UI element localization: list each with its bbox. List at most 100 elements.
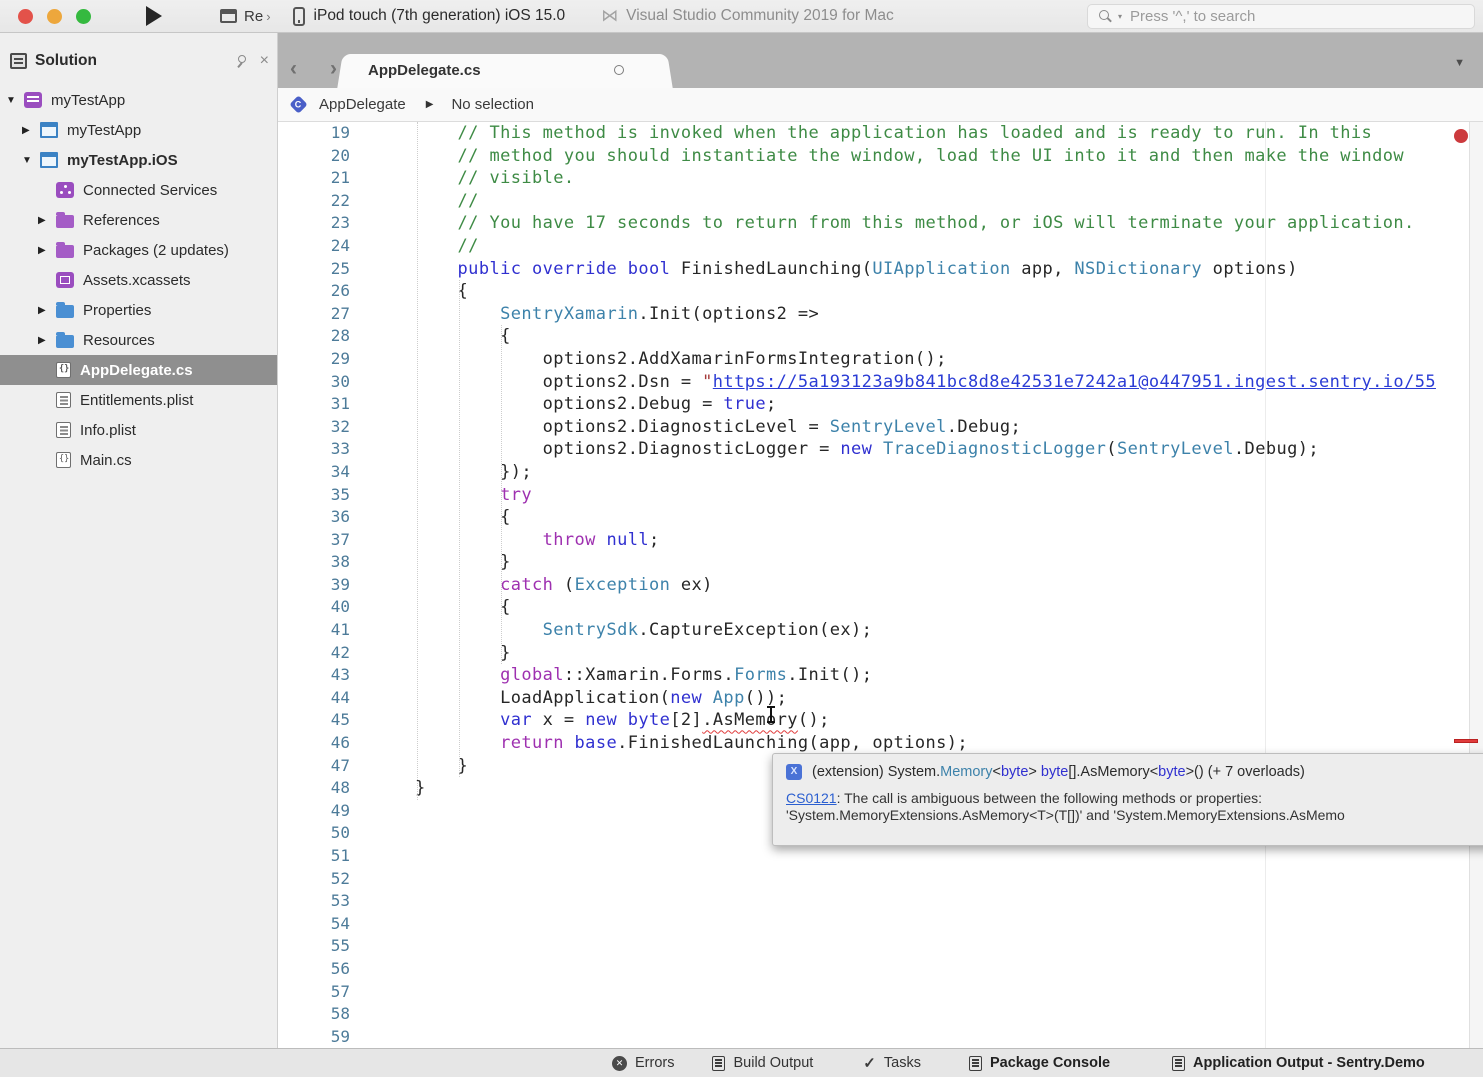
code-text: }: [350, 551, 511, 574]
phone-icon: [293, 7, 305, 26]
disclosure-closed-icon[interactable]: ▶: [38, 305, 56, 316]
line-number: 24: [278, 235, 350, 258]
line-number: 29: [278, 348, 350, 371]
extension-method-icon: X: [786, 764, 802, 780]
text-cursor-icon: [770, 706, 772, 723]
code-text: [350, 913, 415, 936]
tab-label: AppDelegate.cs: [368, 62, 481, 79]
solution-pad-icon: [10, 53, 27, 69]
line-number: 53: [278, 890, 350, 913]
sidebar-item-label: myTestApp: [67, 122, 141, 139]
global-search-input[interactable]: ▾ Press '^,' to search: [1087, 4, 1475, 29]
run-button[interactable]: [146, 6, 162, 26]
sidebar-item-info-plist[interactable]: Info.plist: [0, 415, 277, 445]
code-text: [350, 845, 415, 868]
code-editor[interactable]: 19 // This method is invoked when the ap…: [278, 122, 1483, 1048]
vertical-scrollbar[interactable]: [1469, 122, 1483, 1048]
sidebar-item-references[interactable]: ▶References: [0, 205, 277, 235]
sidebar-item-label: Connected Services: [83, 182, 217, 199]
code-line-25[interactable]: 25 public override bool FinishedLaunchin…: [278, 258, 1483, 281]
line-number: 56: [278, 958, 350, 981]
code-line-21[interactable]: 21 // visible.: [278, 167, 1483, 190]
disclosure-open-icon[interactable]: ▼: [22, 155, 40, 166]
code-line-22[interactable]: 22 //: [278, 190, 1483, 213]
cs-file-icon: [56, 362, 71, 378]
tab-appdelegate[interactable]: AppDelegate.cs: [350, 54, 660, 88]
breadcrumb-scope[interactable]: AppDelegate: [319, 96, 406, 113]
navigate-back-button[interactable]: ‹: [290, 57, 297, 81]
code-text: [350, 822, 415, 845]
code-line-20[interactable]: 20 // method you should instantiate the …: [278, 145, 1483, 168]
code-line-57[interactable]: 57: [278, 981, 1483, 1004]
solution-tree: ▼myTestApp ▶ myTestApp ▼myTestApp.iOS Connec…: [0, 85, 277, 475]
code-line-52[interactable]: 52: [278, 868, 1483, 891]
pin-icon[interactable]: [236, 55, 248, 68]
status-item-build-output[interactable]: Build Output: [712, 1055, 813, 1071]
status-item-tasks[interactable]: ✓Tasks: [863, 1054, 921, 1072]
line-number: 28: [278, 325, 350, 348]
line-number: 55: [278, 935, 350, 958]
sidebar-item-mytestapp[interactable]: ▶ myTestApp: [0, 115, 277, 145]
sidebar-item-mytestapp[interactable]: ▼myTestApp: [0, 85, 277, 115]
visual-studio-logo-icon: ⋈: [601, 6, 618, 26]
error-code-link[interactable]: CS0121: [786, 790, 837, 806]
status-item-errors[interactable]: ✕Errors: [612, 1055, 674, 1071]
sidebar-item-mytestapp-ios[interactable]: ▼myTestApp.iOS: [0, 145, 277, 175]
code-line-24[interactable]: 24 //: [278, 235, 1483, 258]
code-text: [350, 1003, 415, 1026]
code-line-51[interactable]: 51: [278, 845, 1483, 868]
code-line-53[interactable]: 53: [278, 890, 1483, 913]
line-number: 32: [278, 416, 350, 439]
code-line-55[interactable]: 55: [278, 935, 1483, 958]
plist-file-icon: [56, 422, 71, 438]
sidebar-item-entitlements-plist[interactable]: Entitlements.plist: [0, 385, 277, 415]
line-number: 57: [278, 981, 350, 1004]
code-text: {: [350, 596, 511, 619]
code-line-19[interactable]: 19 // This method is invoked when the ap…: [278, 122, 1483, 145]
chevron-right-icon: ›: [266, 9, 270, 24]
sidebar-item-assets-xcassets[interactable]: Assets.xcassets: [0, 265, 277, 295]
sidebar-item-resources[interactable]: ▶Resources: [0, 325, 277, 355]
close-icon[interactable]: ×: [260, 53, 269, 69]
line-number: 59: [278, 1026, 350, 1048]
device-selector[interactable]: iPod touch (7th generation) iOS 15.0: [293, 7, 566, 26]
code-line-54[interactable]: 54: [278, 913, 1483, 936]
line-number: 40: [278, 596, 350, 619]
sidebar-item-appdelegate-cs[interactable]: AppDelegate.cs: [0, 355, 277, 385]
line-number: 48: [278, 777, 350, 800]
code-line-58[interactable]: 58: [278, 1003, 1483, 1026]
code-text: return base.FinishedLaunching(app, optio…: [350, 732, 968, 755]
code-line-59[interactable]: 59: [278, 1026, 1483, 1048]
breadcrumb-selection[interactable]: No selection: [451, 96, 534, 113]
vs-mac-window: Re › iPod touch (7th generation) iOS 15.…: [0, 0, 1483, 1077]
errors-icon: ✕: [612, 1056, 627, 1071]
sidebar-item-connected-services[interactable]: Connected Services: [0, 175, 277, 205]
sidebar-item-properties[interactable]: ▶Properties: [0, 295, 277, 325]
minimize-window-button[interactable]: [47, 9, 62, 24]
code-text: });: [350, 461, 532, 484]
build-configuration-selector[interactable]: Re ›: [220, 8, 271, 25]
chevron-down-icon: ▾: [1118, 12, 1122, 21]
code-text: public override bool FinishedLaunching(U…: [350, 258, 1298, 281]
disclosure-closed-icon[interactable]: ▶: [38, 245, 56, 256]
sidebar-item-main-cs[interactable]: Main.cs: [0, 445, 277, 475]
disclosure-open-icon[interactable]: ▼: [6, 95, 24, 106]
status-item-application-output-sentry-demo[interactable]: Application Output - Sentry.Demo: [1172, 1055, 1425, 1071]
sidebar-item-packages-2-updates[interactable]: ▶Packages (2 updates): [0, 235, 277, 265]
disclosure-closed-icon[interactable]: ▶: [38, 335, 56, 346]
code-line-23[interactable]: 23 // You have 17 seconds to return from…: [278, 212, 1483, 235]
zoom-window-button[interactable]: [76, 9, 91, 24]
code-text: options2.Debug = true;: [350, 393, 777, 416]
code-line-56[interactable]: 56: [278, 958, 1483, 981]
folder-blue-icon: [56, 335, 74, 348]
code-text: // You have 17 seconds to return from th…: [350, 212, 1415, 235]
navigate-forward-button[interactable]: ›: [330, 57, 337, 81]
code-text: [350, 981, 415, 1004]
status-item-package-console[interactable]: Package Console: [969, 1055, 1110, 1071]
disclosure-closed-icon[interactable]: ▶: [22, 125, 40, 136]
disclosure-closed-icon[interactable]: ▶: [38, 215, 56, 226]
line-number: 54: [278, 913, 350, 936]
tab-list-dropdown[interactable]: ▼: [1454, 57, 1465, 69]
sidebar-item-label: AppDelegate.cs: [80, 362, 193, 379]
close-window-button[interactable]: [18, 9, 33, 24]
